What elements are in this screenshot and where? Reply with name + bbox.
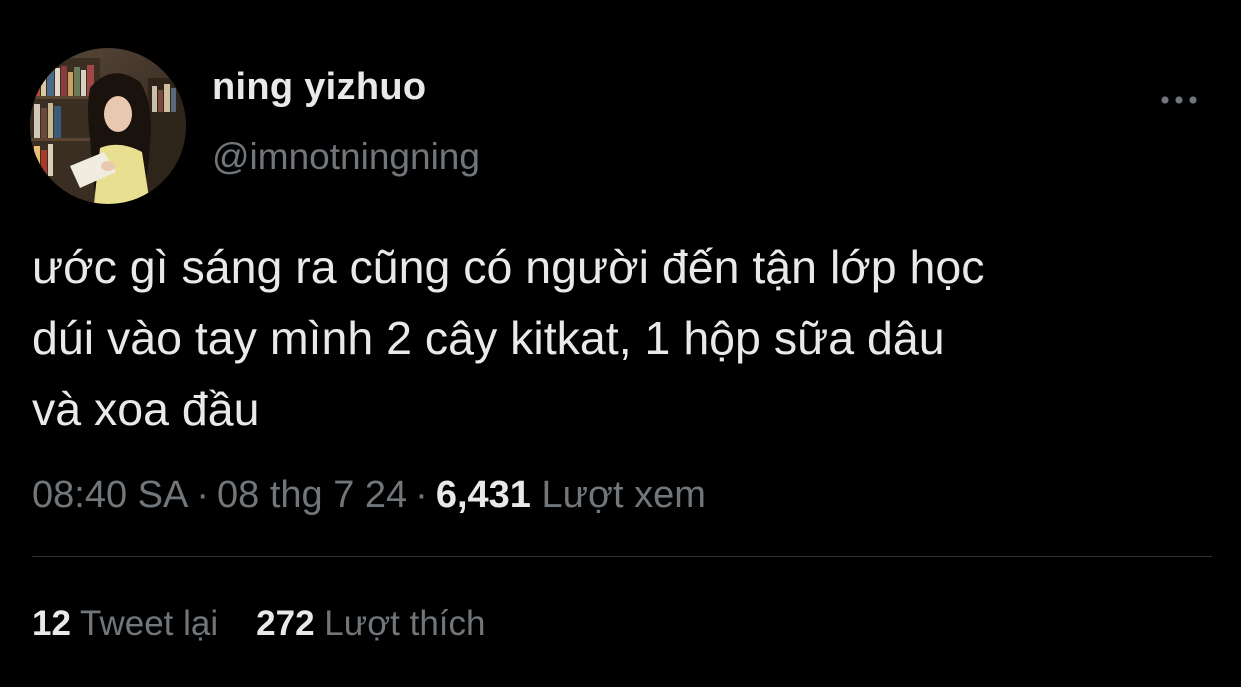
- tweet-text-line: và xoa đầu: [32, 383, 260, 435]
- meta-separator: ·: [196, 474, 209, 516]
- views-count: 6,431: [435, 474, 531, 516]
- likes-stat[interactable]: 272 Lượt thích: [256, 604, 485, 644]
- tweet-time[interactable]: 08:40 SA: [32, 474, 188, 516]
- retweets-label: Tweet lại: [80, 604, 219, 643]
- avatar-photo: [30, 48, 186, 204]
- retweets-count: 12: [32, 604, 71, 643]
- author-display-name[interactable]: ning yizhuo: [212, 66, 426, 109]
- more-options-button[interactable]: [1154, 84, 1204, 116]
- avatar[interactable]: [30, 48, 186, 204]
- author-handle[interactable]: @imnotningning: [212, 136, 480, 178]
- tweet-detail: ning yizhuo @imnotningning ước gì sáng r…: [0, 0, 1241, 687]
- engagement-stats: 12 Tweet lại 272 Lượt thích: [32, 604, 485, 644]
- likes-count: 272: [256, 604, 315, 643]
- tweet-text-line: ước gì sáng ra cũng có người đến tận lớp…: [32, 241, 985, 293]
- more-horizontal-icon: [1161, 96, 1197, 104]
- divider: [32, 556, 1212, 557]
- tweet-date[interactable]: 08 thg 7 24: [217, 474, 407, 516]
- tweet-meta: 08:40 SA · 08 thg 7 24 · 6,431 Lượt xem: [32, 474, 706, 517]
- views-label: Lượt xem: [541, 474, 706, 516]
- meta-separator: ·: [415, 474, 428, 516]
- retweets-stat[interactable]: 12 Tweet lại: [32, 604, 218, 644]
- tweet-text-line: dúi vào tay mình 2 cây kitkat, 1 hộp sữa…: [32, 312, 945, 364]
- likes-label: Lượt thích: [324, 604, 486, 643]
- tweet-text: ước gì sáng ra cũng có người đến tận lớp…: [32, 232, 1227, 445]
